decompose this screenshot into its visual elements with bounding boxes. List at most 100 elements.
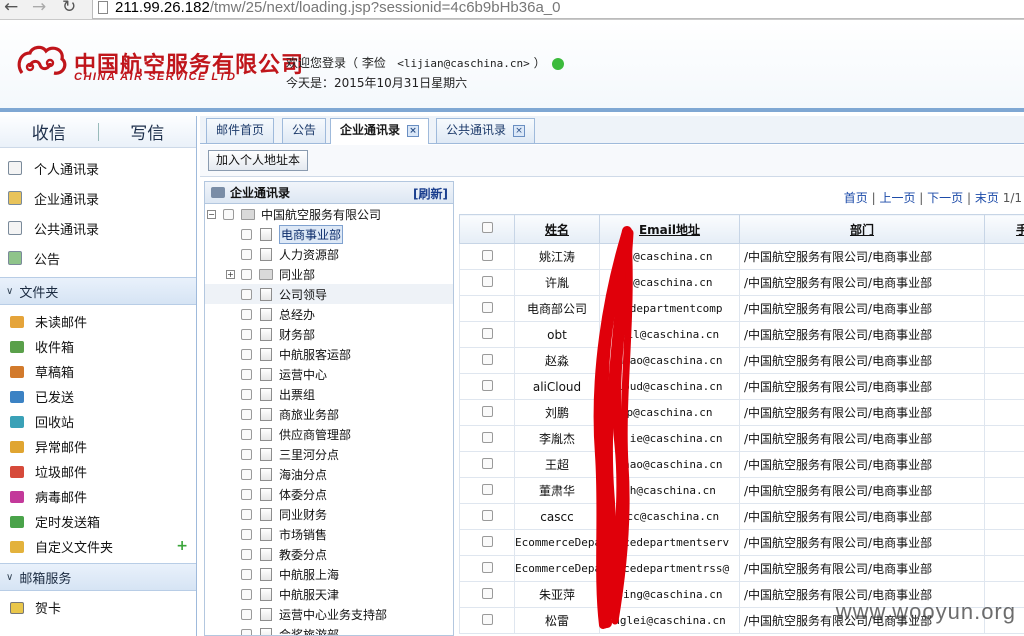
folder-item[interactable]: 未读邮件: [0, 309, 196, 334]
table-row[interactable]: 李胤杰 njie@caschina.cn/中国航空服务有限公司/电商事业部: [459, 425, 1024, 452]
row-select-cell[interactable]: [459, 503, 515, 530]
tree-node[interactable]: 教委分点: [205, 544, 453, 564]
row-select-cell[interactable]: [459, 425, 515, 452]
row-checkbox[interactable]: [481, 301, 493, 313]
row-select-cell[interactable]: [459, 399, 515, 426]
tree-checkbox[interactable]: [241, 508, 252, 520]
tree-checkbox[interactable]: [241, 228, 252, 240]
write-mail-button[interactable]: 写信: [99, 119, 197, 144]
select-all-cell[interactable]: [459, 214, 515, 244]
tree-checkbox[interactable]: [241, 328, 252, 340]
prev-page-link[interactable]: 上一页: [879, 191, 915, 205]
table-row[interactable]: 电商部公司 cedepartmentcomp/中国航空服务有限公司/电商事业部: [459, 295, 1024, 322]
row-select-cell[interactable]: [459, 451, 515, 478]
tab-2[interactable]: 企业通讯录 ×: [330, 118, 430, 144]
cell-email[interactable]: nglei@caschina.cn: [599, 607, 740, 634]
back-icon[interactable]: ←: [4, 0, 18, 17]
collapse-icon[interactable]: −: [207, 209, 216, 219]
tree-node[interactable]: 公司领导: [205, 284, 453, 304]
tree-checkbox[interactable]: [241, 468, 252, 480]
column-header-department[interactable]: 部门: [739, 214, 985, 244]
tree-checkbox[interactable]: [241, 348, 252, 360]
folder-item[interactable]: 收件箱: [0, 334, 196, 359]
table-row[interactable]: cascc scc@caschina.cn/中国航空服务有限公司/电商事业部: [459, 503, 1024, 530]
forward-icon[interactable]: →: [32, 0, 46, 17]
cell-email[interactable]: ail@caschina.cn: [599, 321, 740, 348]
row-checkbox[interactable]: [481, 275, 493, 287]
cell-email[interactable]: ping@caschina.cn: [599, 581, 740, 608]
close-tab-icon[interactable]: ×: [513, 124, 526, 137]
row-select-cell[interactable]: [459, 373, 515, 400]
address-bar[interactable]: 211.99.26.182/tmw/25/next/loading.jsp?se…: [92, 0, 1024, 19]
folder-item[interactable]: 草稿箱: [0, 359, 196, 384]
tree-checkbox[interactable]: [241, 568, 252, 580]
last-page-link[interactable]: 末页: [975, 191, 999, 205]
services-section-header[interactable]: ∨ 邮箱服务: [0, 563, 196, 591]
row-select-cell[interactable]: [459, 347, 515, 374]
first-page-link[interactable]: 首页: [844, 191, 868, 205]
row-checkbox[interactable]: [481, 587, 493, 599]
row-checkbox[interactable]: [481, 561, 493, 573]
row-select-cell[interactable]: [459, 295, 515, 322]
cell-email[interactable]: sh@caschina.cn: [599, 477, 740, 504]
row-select-cell[interactable]: [459, 321, 515, 348]
refresh-link[interactable]: [刷新]: [413, 185, 448, 202]
table-row[interactable]: 姚江涛 t@caschina.cn/中国航空服务有限公司/电商事业部: [459, 243, 1024, 270]
tree-node[interactable]: 财务部: [205, 324, 453, 344]
table-row[interactable]: aliCloud loud@caschina.cn/中国航空服务有限公司/电商事业…: [459, 373, 1024, 400]
row-checkbox[interactable]: [481, 353, 493, 365]
row-select-cell[interactable]: [459, 581, 515, 608]
tree-checkbox[interactable]: [241, 608, 252, 620]
folder-item[interactable]: 异常邮件: [0, 434, 196, 459]
tree-node[interactable]: 商旅业务部: [205, 404, 453, 424]
close-tab-icon[interactable]: ×: [407, 124, 420, 137]
row-checkbox[interactable]: [481, 535, 493, 547]
cell-email[interactable]: t@caschina.cn: [599, 243, 740, 270]
table-row[interactable]: 许胤 n@caschina.cn/中国航空服务有限公司/电商事业部: [459, 269, 1024, 296]
column-header-mobile[interactable]: 手: [984, 214, 1024, 244]
tree-node[interactable]: 中航服上海: [205, 564, 453, 584]
select-all-checkbox[interactable]: [481, 222, 493, 233]
tree-node[interactable]: 运营中心业务支持部: [205, 604, 453, 624]
tree-node[interactable]: 出票组: [205, 384, 453, 404]
row-select-cell[interactable]: [459, 529, 515, 556]
row-select-cell[interactable]: [459, 243, 515, 270]
row-checkbox[interactable]: [481, 613, 493, 625]
row-checkbox[interactable]: [481, 405, 493, 417]
row-checkbox[interactable]: [481, 327, 493, 339]
tree-node[interactable]: 中航服客运部: [205, 344, 453, 364]
row-select-cell[interactable]: [459, 555, 515, 582]
sidebar-item-contacts-3[interactable]: 公告: [0, 243, 196, 273]
table-row[interactable]: 刘鹏 p@caschina.cn/中国航空服务有限公司/电商事业部: [459, 399, 1024, 426]
tab-1[interactable]: 公告: [282, 118, 327, 143]
table-row[interactable]: EcommerceDeparedercedepartmentserv/中国航空服…: [459, 529, 1024, 556]
tab-0[interactable]: 邮件首页: [206, 118, 275, 143]
cell-email[interactable]: loud@caschina.cn: [599, 373, 740, 400]
tree-node[interactable]: 同业财务: [205, 504, 453, 524]
tree-checkbox[interactable]: [241, 548, 252, 560]
tree-checkbox[interactable]: [241, 588, 252, 600]
table-row[interactable]: 董肃华 sh@caschina.cn/中国航空服务有限公司/电商事业部: [459, 477, 1024, 504]
tree-node[interactable]: + 同业部: [205, 264, 453, 284]
folder-item[interactable]: 回收站: [0, 409, 196, 434]
table-row[interactable]: 赵淼 miao@caschina.cn/中国航空服务有限公司/电商事业部: [459, 347, 1024, 374]
row-select-cell[interactable]: [459, 477, 515, 504]
sidebar-item-contacts-0[interactable]: 个人通讯录: [0, 153, 196, 183]
tree-node[interactable]: 市场销售: [205, 524, 453, 544]
tree-checkbox[interactable]: [241, 308, 252, 320]
reload-icon[interactable]: ↻: [62, 0, 76, 17]
tree-node[interactable]: 三里河分点: [205, 444, 453, 464]
tree-checkbox[interactable]: [241, 368, 252, 380]
folder-item[interactable]: 病毒邮件: [0, 484, 196, 509]
cell-email[interactable]: n@caschina.cn: [599, 269, 740, 296]
row-checkbox[interactable]: [481, 457, 493, 469]
cell-email[interactable]: miao@caschina.cn: [599, 347, 740, 374]
cell-email[interactable]: chao@caschina.cn: [599, 451, 740, 478]
row-select-cell[interactable]: [459, 607, 515, 634]
cell-email[interactable]: p@caschina.cn: [599, 399, 740, 426]
folder-item[interactable]: 垃圾邮件: [0, 459, 196, 484]
folders-section-header[interactable]: ∨ 文件夹: [0, 277, 196, 305]
sidebar-item-contacts-1[interactable]: 企业通讯录: [0, 183, 196, 213]
tree-node[interactable]: 海油分点: [205, 464, 453, 484]
cell-email[interactable]: njie@caschina.cn: [599, 425, 740, 452]
